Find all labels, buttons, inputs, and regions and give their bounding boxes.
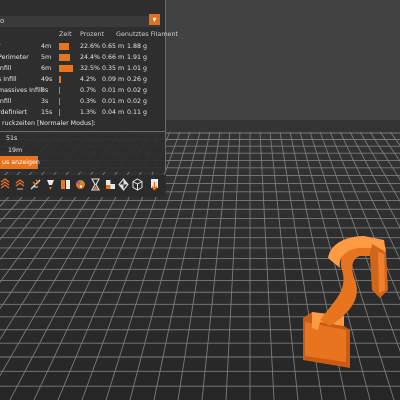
column-header-filament: Genutztes Filament: [116, 30, 179, 38]
view-type-value: o: [0, 17, 5, 25]
bed-icon[interactable]: [118, 178, 129, 191]
chevron-down-icon[interactable]: ▾: [149, 14, 160, 25]
slicer-statistics-panel: o ▾ Zeit Prozent Genutztes Filament r4m …: [0, 0, 178, 172]
percent-bar: [59, 76, 61, 83]
feature-row: r4m 22.6%0.65 m1.88 g: [0, 43, 148, 50]
seams-icon[interactable]: [30, 178, 41, 191]
feature-row: massives Infill 8s 0.7% 0.01 m 0.02 g: [0, 87, 148, 94]
view-type-combo[interactable]: [0, 16, 160, 27]
feature-row: Infill6m 32.5%0.35 m1.01 g: [0, 65, 148, 72]
percent-bar: [59, 87, 60, 94]
divider: [0, 131, 166, 132]
wipe-icon[interactable]: [60, 178, 71, 191]
percent-bar: [59, 109, 60, 116]
pause-icon[interactable]: [90, 178, 101, 191]
column-header-time: Zeit: [59, 30, 72, 38]
column-header-percent: Prozent: [80, 30, 104, 38]
first-layer-time: 51s: [6, 135, 18, 142]
estimated-time-label: ruckzeiten [Normaler Modus]:: [2, 120, 96, 127]
percent-bar: [59, 43, 69, 50]
total-time: 19m: [8, 147, 23, 154]
percent-bar: [59, 54, 70, 61]
retractions-icon[interactable]: [45, 178, 56, 191]
feature-row: rdefiniert 15s 1.3% 0.04 m 0.11 g: [0, 109, 148, 116]
percent-bar: [59, 98, 60, 105]
feature-row: Perimeter 5m 24.4% 0.66 m 1.91 g: [0, 54, 148, 61]
show-button[interactable]: us anzeigen: [0, 156, 40, 169]
export-icon[interactable]: [149, 178, 160, 191]
custom-gcode-icon[interactable]: [105, 178, 116, 191]
color-change-icon[interactable]: [75, 178, 86, 191]
shells-icon[interactable]: [15, 178, 26, 191]
feature-row: s Infill49s 4.2%0.09 m0.26 g: [0, 76, 148, 83]
percent-bar: [59, 65, 73, 72]
feature-row: Infill3s 0.3%0.01 m0.02 g: [0, 98, 148, 105]
layers-icon[interactable]: [0, 178, 11, 191]
cube-icon[interactable]: [132, 178, 143, 191]
legend-toolbar: [0, 175, 166, 197]
